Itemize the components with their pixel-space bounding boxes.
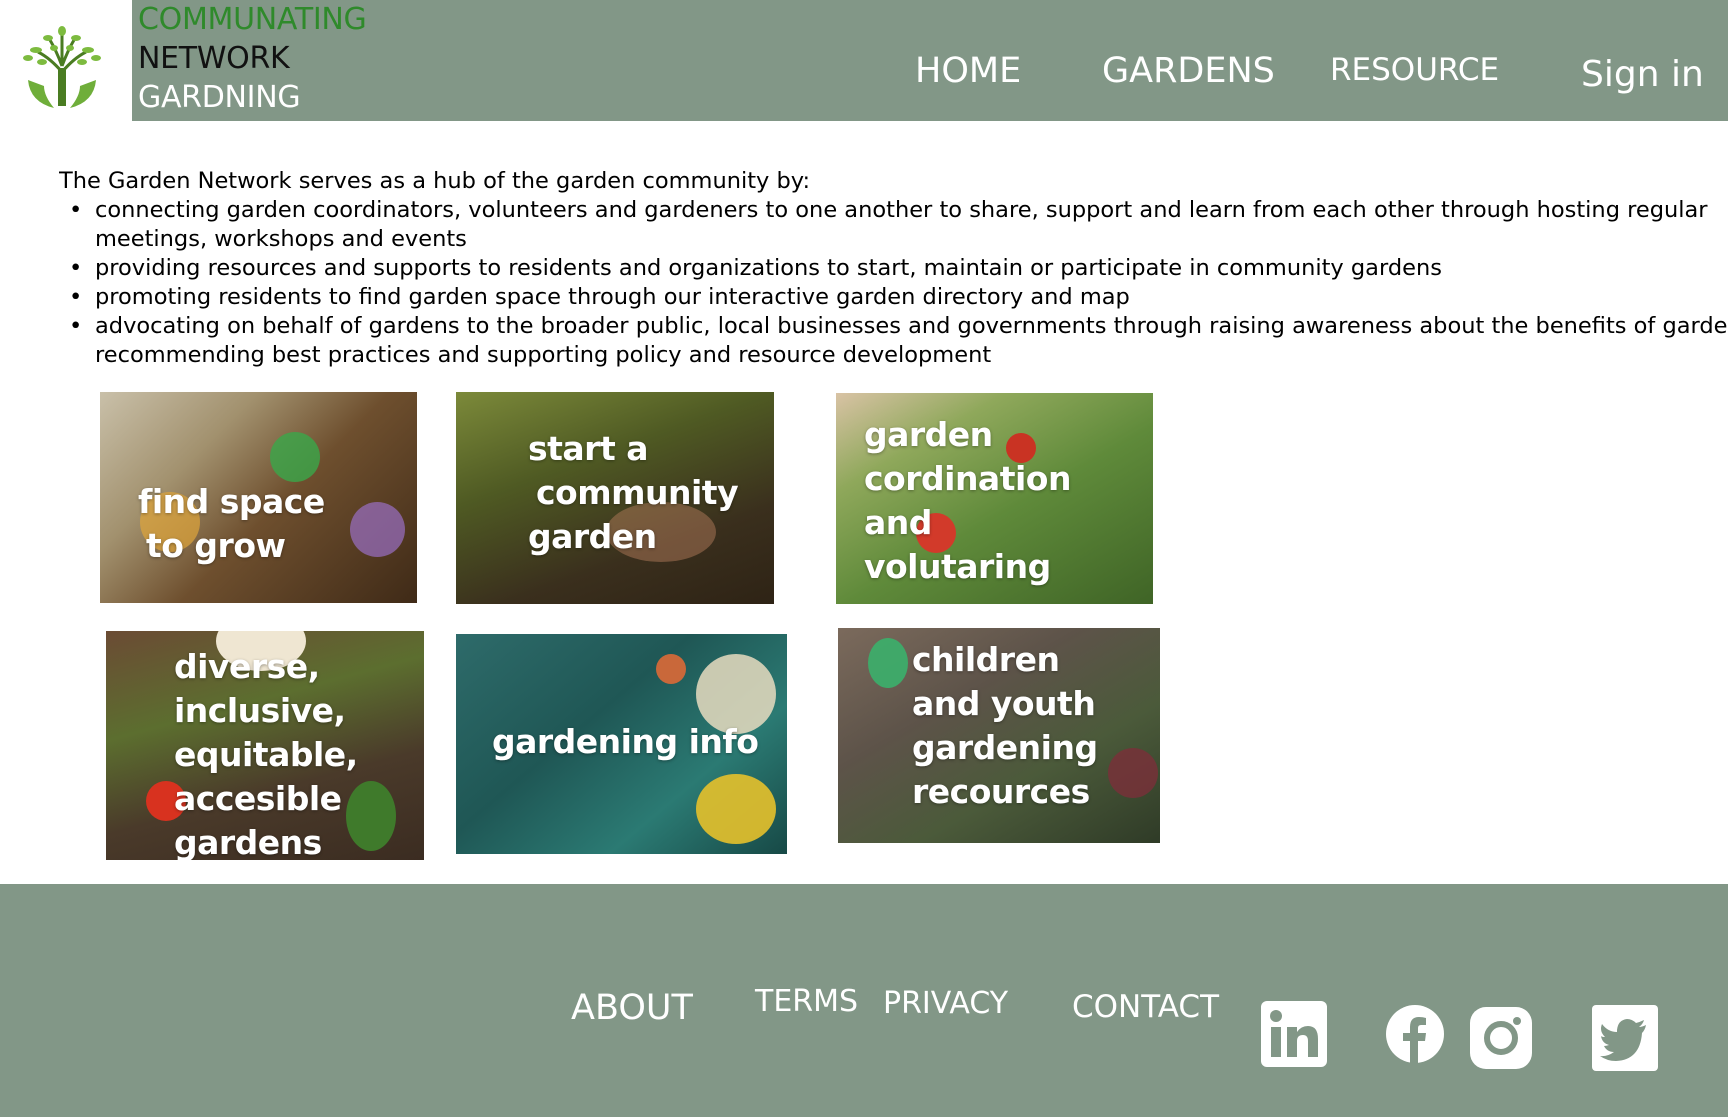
glove-decoration [270,432,320,482]
linkedin-icon[interactable] [1261,1001,1327,1071]
bullet-item-advocating: advocating on behalf of gardens to the b… [59,312,1728,370]
tile-label: garden cordination and volutaring [864,413,1071,589]
footer-contact-link[interactable]: CONTACT [1072,989,1219,1025]
tile-label-line: recources [912,772,1090,811]
footer-terms-link[interactable]: TERMS [755,984,858,1019]
tile-children-youth-resources[interactable]: children and youth gardening recources [838,628,1160,843]
tile-label: diverse, inclusive, equitable, accesible… [174,645,358,860]
tile-label-line: garden [528,517,657,556]
nav-resource-link[interactable]: RESOURCE [1330,52,1499,88]
nav-gardens-link[interactable]: GARDENS [1102,51,1275,91]
tile-label: gardening info [492,720,759,764]
tile-label-line: diverse, [174,647,320,686]
tile-label-line: cordination [864,459,1071,498]
tile-label: start a community garden [528,427,739,559]
footer-about-link[interactable]: ABOUT [571,988,693,1028]
tile-find-space[interactable]: find space to grow [100,392,417,603]
sign-in-link[interactable]: Sign in [1581,54,1704,95]
tile-label-line: equitable, [174,735,358,774]
brand-name: COMMUNATING NETWORK GARDNING [138,0,367,117]
facebook-icon[interactable] [1386,1005,1444,1067]
bullet-item-providing: providing resources and supports to resi… [59,254,1728,283]
bullet-text-line: providing resources and supports to resi… [95,255,1442,281]
bullet-item-promoting: promoting residents to find garden space… [59,283,1728,312]
tile-label-line: find space [138,482,325,521]
tile-label-line: volutaring [864,547,1051,586]
tile-label: children and youth gardening recources [912,638,1098,814]
tile-label-line: community [536,473,739,512]
flower-decoration [350,502,405,557]
instagram-icon[interactable] [1470,1007,1532,1073]
tile-label-line: gardening info [492,722,759,761]
tile-label-line: and [864,503,932,542]
tile-gardening-info[interactable]: gardening info [456,634,787,854]
tile-label-line: garden [864,415,993,454]
site-footer: ABOUT TERMS PRIVACY CONTACT [0,884,1728,1117]
site-header: COMMUNATING NETWORK GARDNING HOME GARDEN… [0,0,1728,121]
tile-label: find space to grow [138,480,325,568]
tile-label-line: to grow [146,526,286,565]
intro-lead: The Garden Network serves as a hub of th… [59,168,811,194]
tile-label-line: children [912,640,1060,679]
tile-label-line: gardening [912,728,1098,767]
tile-label-line: gardens [174,823,322,860]
brand-line-1: COMMUNATING [138,2,367,37]
tree-hands-logo-icon [23,26,101,108]
logo[interactable] [0,0,132,121]
intro-section: The Garden Network serves as a hub of th… [59,167,1728,370]
pot-decoration [656,654,686,684]
bullet-text-line: recommending best practices and supporti… [95,342,992,368]
brand-line-3: GARDNING [138,80,301,115]
tile-label-line: and youth [912,684,1096,723]
footer-privacy-link[interactable]: PRIVACY [883,986,1008,1021]
intro-bullet-list: connecting garden coordinators, voluntee… [59,196,1728,370]
tile-label-line: accesible [174,779,342,818]
twitter-icon[interactable] [1592,1005,1658,1075]
tile-garden-coordination[interactable]: garden cordination and volutaring [836,393,1153,604]
tile-label-line: inclusive, [174,691,346,730]
lettuce-decoration [1108,748,1158,798]
tile-start-community-garden[interactable]: start a community garden [456,392,774,604]
tile-label-line: start a [528,429,649,468]
nav-home-link[interactable]: HOME [915,51,1021,91]
bullet-text-line: advocating on behalf of gardens to the b… [95,313,1728,339]
bullet-text-line: connecting garden coordinators, voluntee… [95,197,1708,223]
brand-line-2: NETWORK [138,41,290,76]
flower-decoration [696,774,776,844]
tile-diverse-inclusive-gardens[interactable]: diverse, inclusive, equitable, accesible… [106,631,424,860]
bullet-text-line: promoting residents to find garden space… [95,284,1130,310]
watering-can-decoration [868,638,908,688]
bullet-text-line: meetings, workshops and events [95,226,467,252]
bullet-item-connecting: connecting garden coordinators, voluntee… [59,196,1728,254]
